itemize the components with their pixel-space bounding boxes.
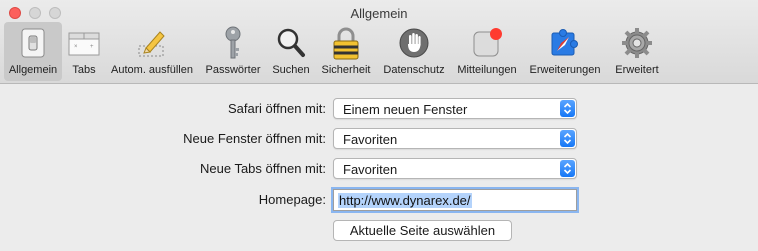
new-tabs-popup[interactable]: Favoriten: [333, 158, 577, 179]
tab-security[interactable]: Sicherheit: [316, 22, 376, 81]
tab-label: Autom. ausfüllen: [111, 64, 193, 76]
tab-extensions[interactable]: Erweiterungen: [524, 22, 606, 81]
tab-notifications[interactable]: Mitteilungen: [452, 22, 522, 81]
new-windows-popup[interactable]: Favoriten: [333, 128, 577, 149]
safari-open-popup[interactable]: Einem neuen Fenster: [333, 98, 577, 119]
magnifier-icon: [273, 24, 309, 62]
homepage-label: Homepage:: [258, 192, 326, 207]
tab-label: Allgemein: [8, 64, 58, 76]
popup-chevron-icon: [560, 160, 575, 177]
tab-label: Suchen: [272, 64, 310, 76]
autofill-pencil-icon: [134, 24, 170, 62]
tab-label: Sicherheit: [321, 64, 371, 76]
tab-advanced[interactable]: Erweitert: [608, 22, 666, 81]
hand-icon: [396, 24, 432, 62]
puzzle-compass-icon: [547, 24, 583, 62]
general-settings-panel: Safari öffnen mit: Einem neuen Fenster N…: [0, 84, 758, 251]
homepage-field[interactable]: http://www.dynarex.de/: [333, 189, 577, 211]
toolbar: Allgemein Allgemein × + Tabs Autom. ausf…: [0, 0, 758, 84]
key-icon: [215, 24, 251, 62]
tab-passwords[interactable]: Passwörter: [200, 22, 266, 81]
tab-label: Erweitert: [615, 64, 659, 76]
new-windows-label: Neue Fenster öffnen mit:: [183, 131, 326, 146]
new-windows-value: Favoriten: [343, 132, 398, 147]
row-new-windows: Neue Fenster öffnen mit: Favoriten: [0, 128, 758, 150]
tab-label: Datenschutz: [383, 64, 445, 76]
preferences-window: Allgemein Allgemein × + Tabs Autom. ausf…: [0, 0, 758, 251]
tab-tabs[interactable]: × + Tabs: [64, 22, 104, 81]
tab-privacy[interactable]: Datenschutz: [378, 22, 450, 81]
gear-icon: [619, 24, 655, 62]
tab-allgemein[interactable]: Allgemein: [4, 22, 62, 81]
padlock-icon: [328, 24, 364, 62]
tab-label: Erweiterungen: [529, 64, 601, 76]
general-switch-icon: [15, 24, 51, 62]
set-current-page-button[interactable]: Aktuelle Seite auswählen: [333, 220, 512, 241]
homepage-value: http://www.dynarex.de/: [338, 193, 472, 208]
svg-text:+: +: [90, 44, 94, 50]
popup-chevron-icon: [560, 100, 575, 117]
row-set-current: Aktuelle Seite auswählen: [0, 220, 758, 242]
row-safari-open: Safari öffnen mit: Einem neuen Fenster: [0, 98, 758, 120]
popup-chevron-icon: [560, 130, 575, 147]
tab-search[interactable]: Suchen: [268, 22, 314, 81]
tab-autofill[interactable]: Autom. ausfüllen: [106, 22, 198, 81]
tab-label: Tabs: [72, 64, 96, 76]
svg-text:×: ×: [74, 44, 78, 50]
tabs-icon: × +: [66, 24, 102, 62]
row-new-tabs: Neue Tabs öffnen mit: Favoriten: [0, 158, 758, 180]
safari-open-label: Safari öffnen mit:: [227, 101, 326, 116]
safari-open-value: Einem neuen Fenster: [343, 102, 468, 117]
new-tabs-label: Neue Tabs öffnen mit:: [200, 161, 326, 176]
tab-label: Passwörter: [205, 64, 261, 76]
notification-badge-icon: [469, 24, 505, 62]
new-tabs-value: Favoriten: [343, 162, 398, 177]
row-homepage: Homepage: http://www.dynarex.de/: [0, 189, 758, 211]
tab-label: Mitteilungen: [457, 64, 517, 76]
window-title: Allgemein: [350, 6, 408, 21]
